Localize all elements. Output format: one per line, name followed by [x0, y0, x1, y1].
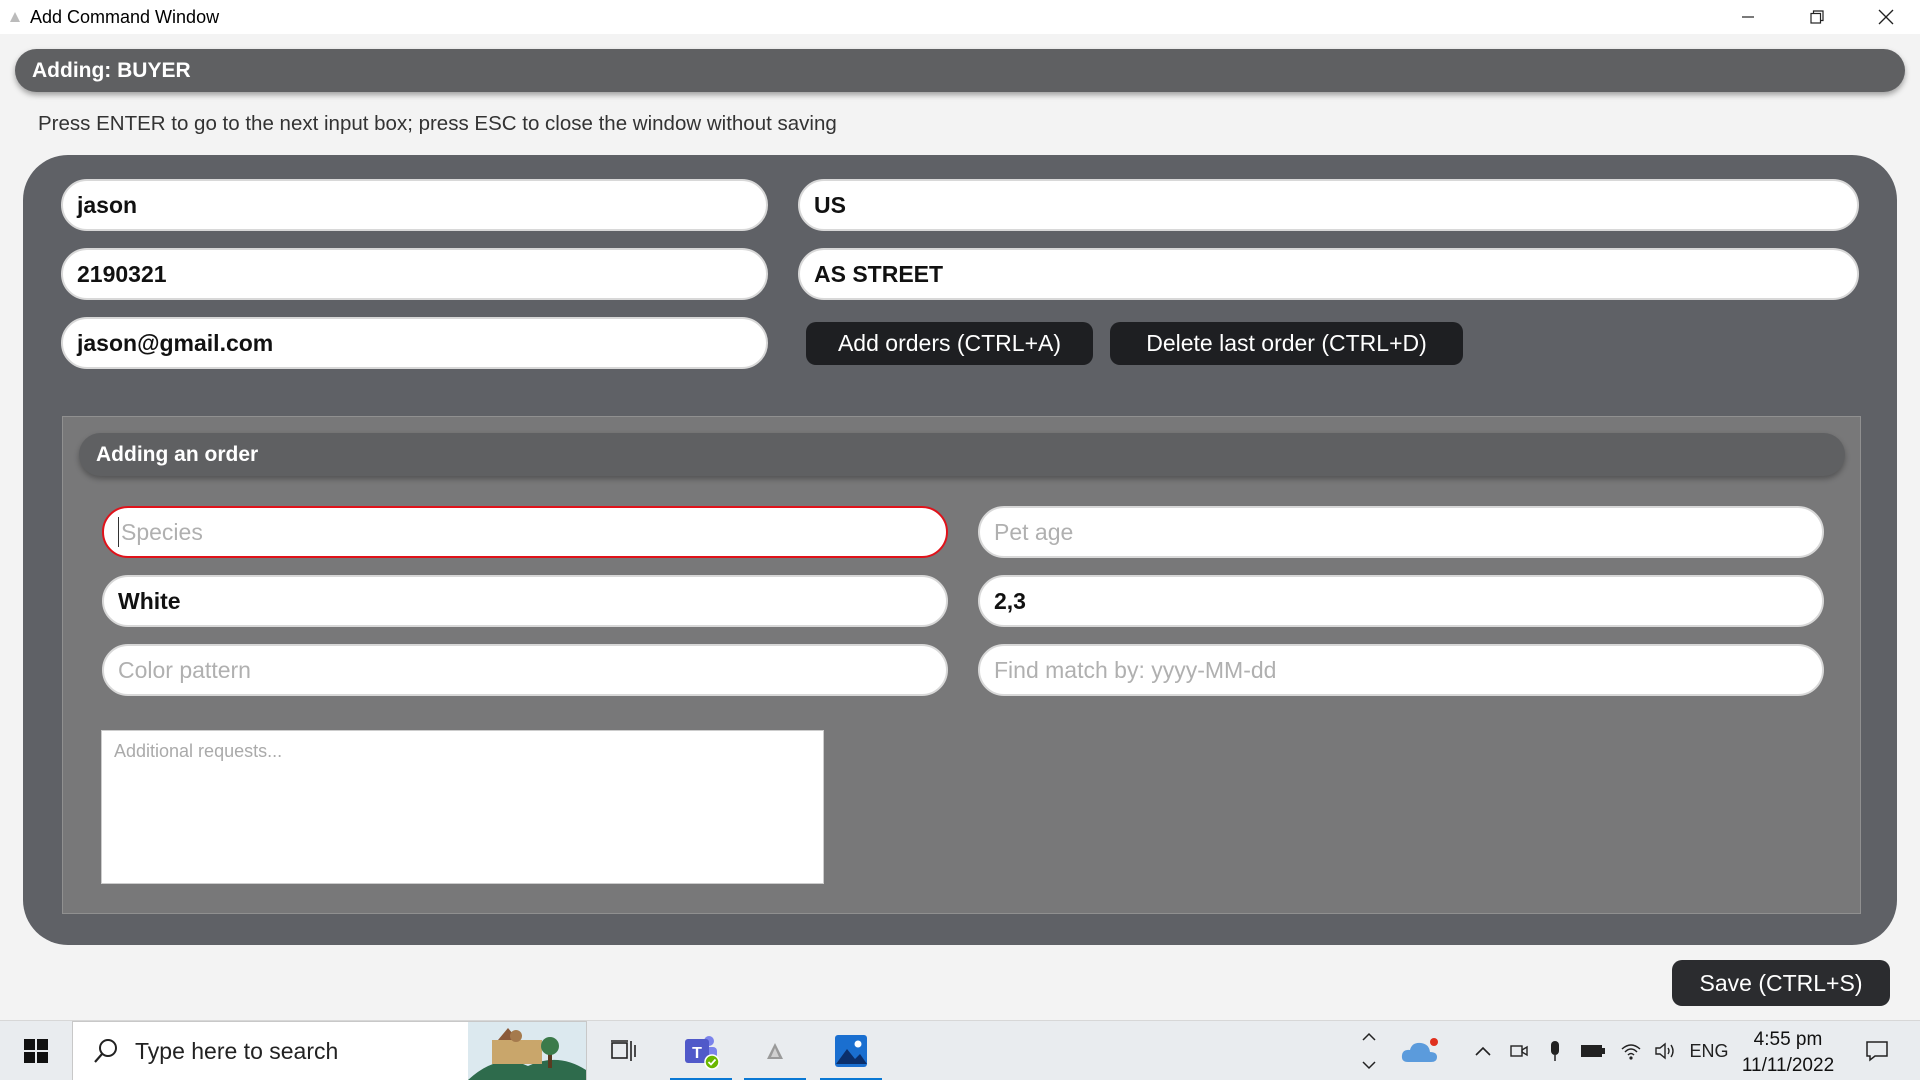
taskbar: Type here to search T ENG 4:55 pm 11/11/… — [0, 1020, 1920, 1080]
species-placeholder: Species — [121, 518, 203, 545]
cloud-icon — [1401, 1038, 1438, 1062]
page-title: Adding: BUYER — [15, 49, 1905, 92]
find-match-date-field[interactable]: Find match by: yyyy-MM-dd — [978, 644, 1824, 696]
additional-requests-textarea[interactable]: Additional requests... — [101, 730, 824, 884]
show-hidden-icons-button[interactable] — [1470, 1021, 1496, 1080]
clock-time: 4:55 pm — [1753, 1029, 1823, 1050]
close-icon — [1878, 9, 1893, 25]
network-tray[interactable] — [1616, 1021, 1646, 1080]
notification-icon — [1866, 1041, 1888, 1062]
minimize-icon — [1741, 16, 1754, 18]
chevron-up-icon — [1362, 1032, 1376, 1041]
chevron-up-icon — [1475, 1046, 1491, 1056]
microphone-tray[interactable] — [1542, 1021, 1568, 1080]
search-placeholder: Type here to search — [135, 1037, 339, 1064]
save-button[interactable]: Save (CTRL+S) — [1672, 960, 1890, 1006]
name-field[interactable]: jason — [61, 179, 768, 231]
weather-widget[interactable] — [1396, 1021, 1444, 1080]
search-highlight-illustration-icon — [468, 1022, 586, 1080]
window-titlebar: Add Command Window — [0, 0, 1920, 34]
address-field[interactable]: AS STREET — [798, 248, 1859, 300]
taskbar-search-box[interactable]: Type here to search — [72, 1021, 587, 1080]
taskbar-clock[interactable]: 4:55 pm 11/11/2022 — [1738, 1027, 1838, 1079]
phone-field[interactable]: 2190321 — [61, 248, 768, 300]
instructions-text: Press ENTER to go to the next input box;… — [38, 112, 837, 135]
notification-center-button[interactable] — [1854, 1021, 1900, 1080]
windows-logo-icon — [24, 1039, 48, 1063]
volume-tray[interactable] — [1650, 1021, 1680, 1080]
minimize-button[interactable] — [1713, 0, 1782, 34]
photos-icon — [835, 1035, 867, 1067]
camera-icon — [1510, 1045, 1528, 1057]
meet-now-tray[interactable] — [1506, 1021, 1532, 1080]
teams-icon: T — [685, 1036, 720, 1070]
speaker-icon — [1655, 1042, 1674, 1060]
taskbar-scroll-arrows[interactable] — [1355, 1021, 1383, 1080]
email-field[interactable]: jason@gmail.com — [61, 317, 768, 369]
battery-tray[interactable] — [1578, 1021, 1608, 1080]
task-view-icon — [611, 1040, 636, 1061]
delete-last-order-button[interactable]: Delete last order (CTRL+D) — [1110, 322, 1463, 365]
close-button[interactable] — [1851, 0, 1920, 34]
start-button[interactable] — [0, 1021, 72, 1080]
app-icon — [8, 10, 22, 24]
photos-app-button[interactable] — [820, 1021, 882, 1080]
add-orders-button[interactable]: Add orders (CTRL+A) — [806, 322, 1093, 365]
svg-text:T: T — [692, 1045, 702, 1062]
window-title: Add Command Window — [30, 6, 220, 27]
microphone-icon — [1551, 1041, 1559, 1061]
order-panel-title: Adding an order — [79, 433, 1845, 476]
restore-button[interactable] — [1782, 0, 1851, 34]
search-icon — [94, 1039, 117, 1063]
species-field[interactable]: Species — [102, 506, 948, 558]
price-range-field[interactable]: 2,3 — [978, 575, 1824, 627]
battery-icon — [1581, 1045, 1605, 1057]
clock-date: 11/11/2022 — [1741, 1055, 1835, 1076]
color-pattern-field[interactable]: Color pattern — [102, 644, 948, 696]
input-language-indicator[interactable]: ENG — [1684, 1021, 1734, 1080]
task-view-button[interactable] — [593, 1021, 655, 1080]
order-panel: Adding an order Species Pet age White 2,… — [62, 416, 1861, 914]
java-app-button[interactable] — [744, 1021, 806, 1080]
text-caret — [118, 517, 119, 547]
restore-icon — [1809, 10, 1824, 24]
color-field[interactable]: White — [102, 575, 948, 627]
location-field[interactable]: US — [798, 179, 1859, 231]
chevron-down-icon — [1362, 1061, 1376, 1070]
teams-app-button[interactable]: T — [670, 1021, 732, 1080]
pet-age-field[interactable]: Pet age — [978, 506, 1824, 558]
wifi-icon — [1621, 1044, 1641, 1060]
java-app-icon — [767, 1043, 783, 1059]
